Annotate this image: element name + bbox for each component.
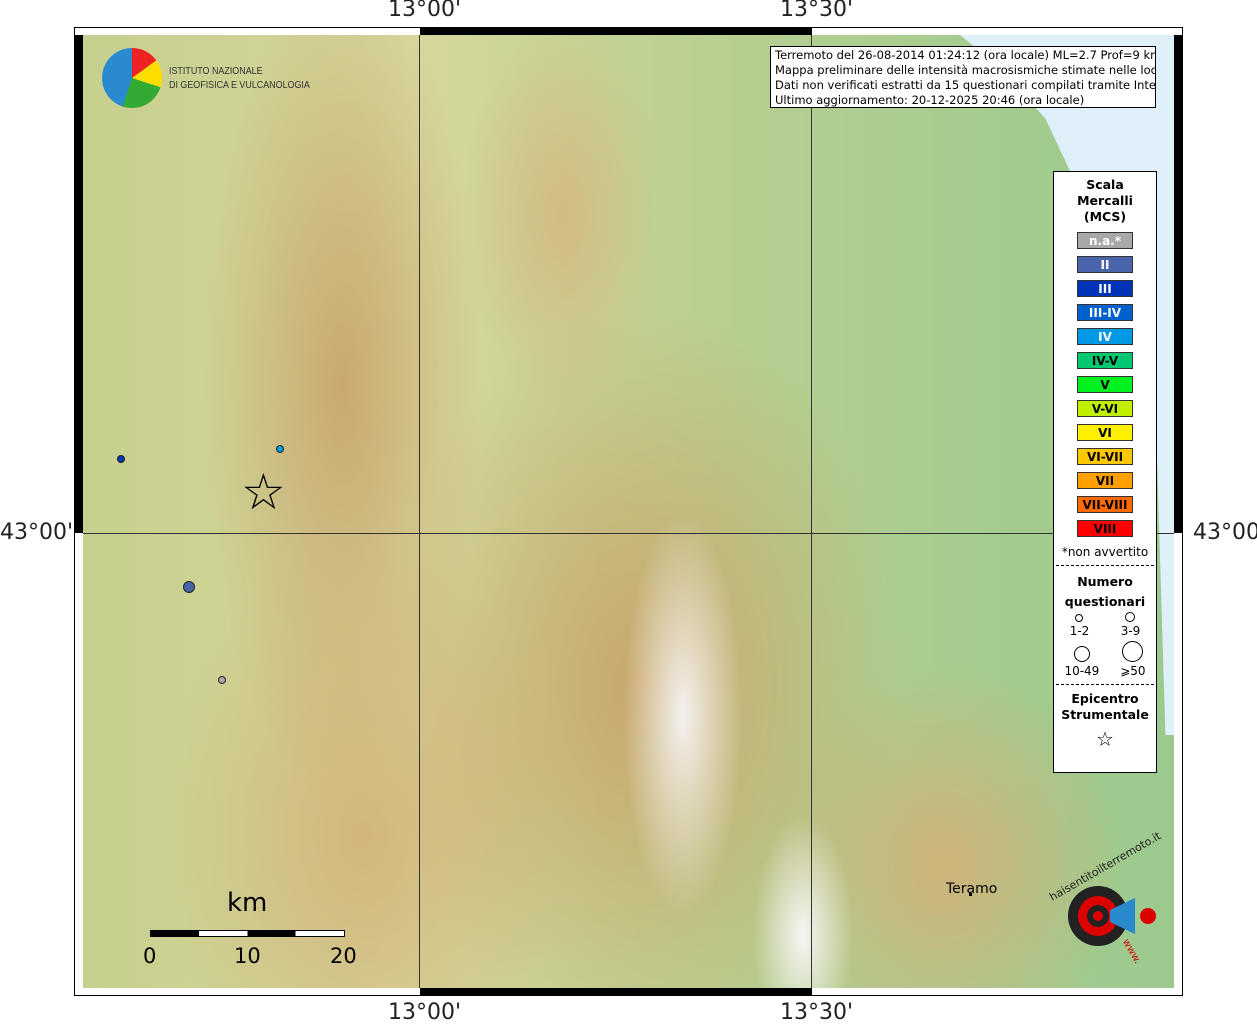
count-title-line: Numero (1077, 574, 1133, 589)
info-line: Dati non verificati estratti da 15 quest… (775, 78, 1156, 92)
frame-bar (420, 988, 812, 996)
scale-tick: 20 (330, 944, 357, 968)
legend-note: *non avvertito (1061, 545, 1149, 559)
scale-tick: 10 (234, 944, 261, 968)
star-icon: ☆ (1096, 727, 1114, 751)
count-label: 10-49 (1064, 664, 1100, 678)
count-title: Numero questionari (1054, 572, 1156, 612)
info-line: Ultimo aggiornamento: 20-12-2025 20:46 (… (775, 93, 1085, 107)
ingv-logo-text: ISTITUTO NAZIONALE DI GEOFISICA E VULCAN… (169, 64, 310, 92)
circle-icon (1073, 646, 1090, 662)
legend-swatch: VII (1077, 472, 1133, 489)
gridline (419, 35, 420, 988)
count-legend-row: 10-49 ⩾50 (1054, 641, 1156, 678)
legend-swatch: V-VI (1077, 400, 1133, 417)
event-info-box: Terremoto del 26-08-2014 01:24:12 (ora l… (770, 46, 1156, 108)
count-item: ⩾50 (1120, 641, 1146, 678)
logo-line: ISTITUTO NAZIONALE (169, 65, 263, 77)
legend-title-line: (MCS) (1083, 209, 1127, 224)
epicenter-title-line: Strumentale (1061, 707, 1149, 722)
legend-swatch: VI (1077, 424, 1133, 441)
intensity-point[interactable] (276, 445, 284, 453)
lon-label: 13°00' (388, 0, 462, 22)
intensity-point[interactable] (218, 676, 226, 684)
legend-swatch: II (1077, 256, 1133, 273)
count-label: 3-9 (1120, 624, 1141, 638)
count-title-line: questionari (1064, 594, 1146, 609)
legend-swatch: IV (1077, 328, 1133, 345)
lon-label: 13°30' (780, 0, 854, 22)
logo-line: DI GEOFISICA E VULCANOLOGIA (169, 79, 310, 91)
count-label: ⩾50 (1120, 664, 1146, 678)
scale-tick: 0 (143, 944, 157, 968)
legend-swatch: VII-VIII (1077, 496, 1133, 513)
legend-title: Scala Mercalli (MCS) (1054, 177, 1156, 225)
legend-swatch: VI-VII (1077, 448, 1133, 465)
frame-bar (1174, 35, 1183, 533)
lat-label: 43°00' (1193, 520, 1257, 545)
divider (1056, 565, 1154, 566)
epicenter-star-icon[interactable]: ☆ (241, 464, 286, 520)
epicenter-title-line: Epicentro (1071, 691, 1139, 706)
legend: Scala Mercalli (MCS) n.a.* II III III-IV IV I… (1053, 171, 1157, 773)
count-item: 1-2 (1069, 612, 1090, 638)
gridline (811, 35, 812, 988)
legend-title-line: Scala (1086, 177, 1124, 192)
info-line: Terremoto del 26-08-2014 01:24:12 (ora l… (775, 48, 1156, 62)
legend-swatch: IV-V (1077, 352, 1133, 369)
scale-bar (150, 930, 345, 937)
circle-icon (1075, 614, 1084, 622)
legend-swatch: III (1077, 280, 1133, 297)
haisentito-logo[interactable]: haisentitoilterremoto.it www. (1040, 829, 1163, 973)
scalebar-unit: km (227, 888, 268, 918)
legend-swatch: n.a.* (1077, 232, 1133, 249)
intensity-point[interactable] (183, 581, 195, 593)
divider (1056, 684, 1154, 685)
lat-label: 43°00' (0, 520, 74, 545)
frame-bar (74, 35, 83, 533)
circle-icon (1122, 641, 1144, 662)
info-line: Mappa preliminare delle intensità macros… (775, 63, 1156, 77)
legend-swatch: III-IV (1077, 304, 1133, 321)
legend-swatch: V (1077, 376, 1133, 393)
count-item: 10-49 (1064, 646, 1099, 678)
count-legend-row: 1-2 3-9 (1054, 612, 1156, 638)
lon-label: 13°00' (388, 1000, 462, 1025)
lon-label: 13°30' (780, 1000, 854, 1025)
legend-scale: n.a.* II III III-IV IV IV-V V V-VI VI VI-VII VII VI… (1054, 232, 1156, 537)
legend-title-line: Mercalli (1077, 193, 1133, 208)
place-marker (969, 893, 972, 896)
gridline (83, 533, 1174, 534)
epicenter-title: Epicentro Strumentale (1054, 691, 1156, 723)
intensity-point[interactable] (117, 455, 125, 463)
frame-bar (420, 27, 812, 35)
circle-icon (1125, 612, 1136, 622)
legend-swatch: VIII (1077, 520, 1133, 537)
ingv-logo-globe (102, 48, 162, 108)
count-label: 1-2 (1069, 624, 1090, 638)
count-item: 3-9 (1120, 612, 1141, 638)
